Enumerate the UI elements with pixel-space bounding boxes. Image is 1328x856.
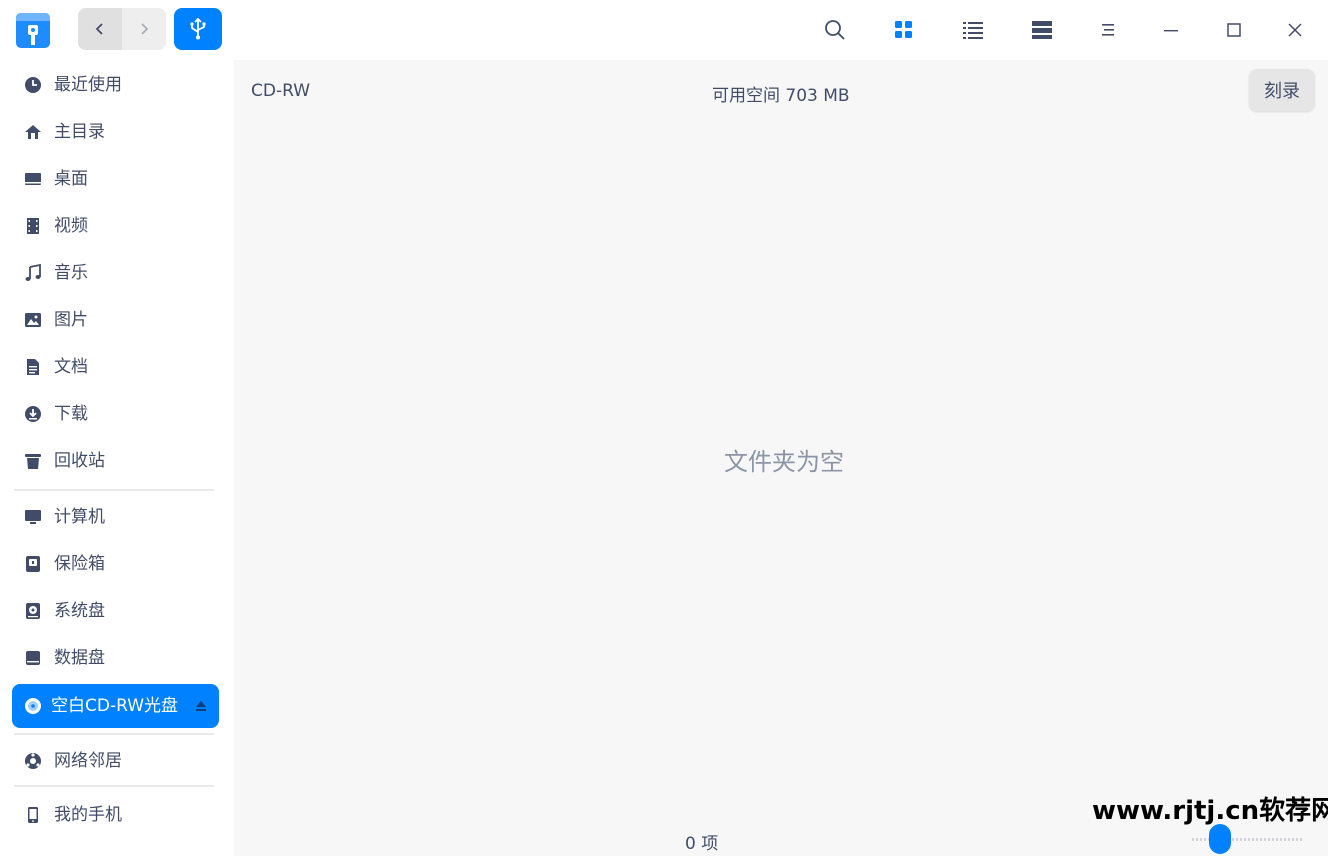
- sidebar-item-trash[interactable]: 回收站: [12, 439, 219, 483]
- home-icon: [24, 123, 42, 141]
- list-view-button[interactable]: [956, 12, 990, 48]
- close-button[interactable]: [1278, 12, 1312, 48]
- sidebar-item-pictures[interactable]: 图片: [12, 298, 219, 342]
- sidebar-item-data-disk[interactable]: 数据盘: [12, 636, 219, 680]
- sidebar-item-label: 图片: [54, 310, 88, 330]
- system-disk-icon: [24, 602, 42, 620]
- search-icon: [825, 20, 845, 40]
- file-manager-logo-icon: [15, 9, 51, 49]
- sidebar-item-downloads[interactable]: 下载: [12, 392, 219, 436]
- computer-icon: [24, 508, 42, 526]
- sidebar-item-home[interactable]: 主目录: [12, 110, 219, 154]
- empty-folder-message: 文件夹为空: [724, 448, 844, 476]
- sidebar-item-label: 回收站: [54, 451, 105, 471]
- sidebar-item-label: 数据盘: [54, 648, 105, 668]
- free-space-label: 可用空间 703 MB: [712, 86, 850, 106]
- optical-disc-icon: [24, 697, 42, 715]
- sidebar-item-label: 系统盘: [54, 601, 105, 621]
- icon-view-button[interactable]: [887, 12, 921, 48]
- sidebar-item-label: 桌面: [54, 169, 88, 189]
- sidebar-item-videos[interactable]: 视频: [12, 204, 219, 248]
- picture-icon: [24, 311, 42, 329]
- sidebar-item-network[interactable]: 网络邻居: [12, 739, 219, 783]
- list-view-icon: [963, 22, 983, 39]
- phone-icon: [24, 806, 42, 824]
- sidebar-item-system-disk[interactable]: 系统盘: [12, 589, 219, 633]
- sidebar-item-label: 我的手机: [54, 805, 122, 825]
- sidebar-item-label: 最近使用: [54, 75, 122, 95]
- disc-name: CD-RW: [251, 81, 311, 101]
- sidebar-item-label: 音乐: [54, 263, 88, 283]
- back-button[interactable]: [78, 8, 122, 50]
- trash-icon: [24, 452, 42, 470]
- sidebar-item-label: 保险箱: [54, 554, 105, 574]
- burn-button[interactable]: 刻录: [1249, 69, 1315, 111]
- vault-icon: [24, 555, 42, 573]
- breadcrumb-disc-button[interactable]: [174, 8, 222, 50]
- navigation-buttons: [78, 8, 166, 50]
- sidebar-item-vault[interactable]: 保险箱: [12, 542, 219, 586]
- video-icon: [24, 217, 42, 235]
- usb-icon: [190, 18, 206, 40]
- main-menu-button[interactable]: [1091, 12, 1125, 48]
- sidebar-divider: [14, 733, 214, 735]
- sidebar-item-documents[interactable]: 文档: [12, 345, 219, 389]
- close-icon: [1288, 23, 1302, 37]
- slider-handle[interactable]: [1209, 824, 1231, 854]
- document-icon: [24, 358, 42, 376]
- sidebar-item-cd-rw[interactable]: 空白CD-RW光盘: [12, 684, 219, 728]
- sidebar-divider: [14, 489, 214, 491]
- sidebar: 最近使用 主目录 桌面 视频 音乐 图片 文档 下载 回收站 计算机 保险箱 系…: [0, 60, 234, 856]
- chevron-left-icon: [95, 23, 103, 35]
- sidebar-item-label: 文档: [54, 357, 88, 377]
- menu-icon: [1102, 24, 1114, 36]
- minimize-button[interactable]: [1154, 12, 1188, 48]
- search-button[interactable]: [818, 12, 852, 48]
- maximize-button[interactable]: [1217, 12, 1251, 48]
- clock-icon: [24, 76, 42, 94]
- details-panel-button[interactable]: [1025, 12, 1059, 48]
- file-view[interactable]: CD-RW 可用空间 703 MB 刻录 文件夹为空 0 项: [234, 60, 1328, 856]
- sidebar-item-label: 计算机: [54, 507, 105, 527]
- sidebar-item-label: 网络邻居: [54, 751, 122, 771]
- sidebar-item-recent[interactable]: 最近使用: [12, 63, 219, 107]
- title-bar: [0, 0, 1328, 60]
- sidebar-divider: [14, 785, 214, 787]
- download-icon: [24, 405, 42, 423]
- sidebar-item-computer[interactable]: 计算机: [12, 495, 219, 539]
- sidebar-item-label: 空白CD-RW光盘: [51, 696, 179, 716]
- details-view-icon: [1032, 21, 1052, 39]
- forward-button[interactable]: [122, 8, 166, 50]
- sidebar-item-label: 下载: [54, 404, 88, 424]
- sidebar-item-label: 主目录: [54, 122, 105, 142]
- item-count: 0 项: [685, 834, 719, 854]
- music-icon: [24, 264, 42, 282]
- grid-view-icon: [895, 21, 912, 38]
- desktop-icon: [24, 170, 42, 188]
- sidebar-item-desktop[interactable]: 桌面: [12, 157, 219, 201]
- sidebar-item-phone[interactable]: 我的手机: [12, 793, 219, 837]
- icon-size-slider[interactable]: [1192, 824, 1304, 854]
- minimize-icon: [1164, 30, 1178, 32]
- eject-icon[interactable]: [195, 698, 207, 712]
- data-disk-icon: [24, 649, 42, 667]
- network-icon: [24, 752, 42, 770]
- sidebar-item-label: 视频: [54, 216, 88, 236]
- chevron-right-icon: [141, 23, 149, 35]
- sidebar-item-music[interactable]: 音乐: [12, 251, 219, 295]
- watermark: www.rjtj.cn软荐网: [1092, 796, 1328, 826]
- maximize-icon: [1227, 23, 1241, 37]
